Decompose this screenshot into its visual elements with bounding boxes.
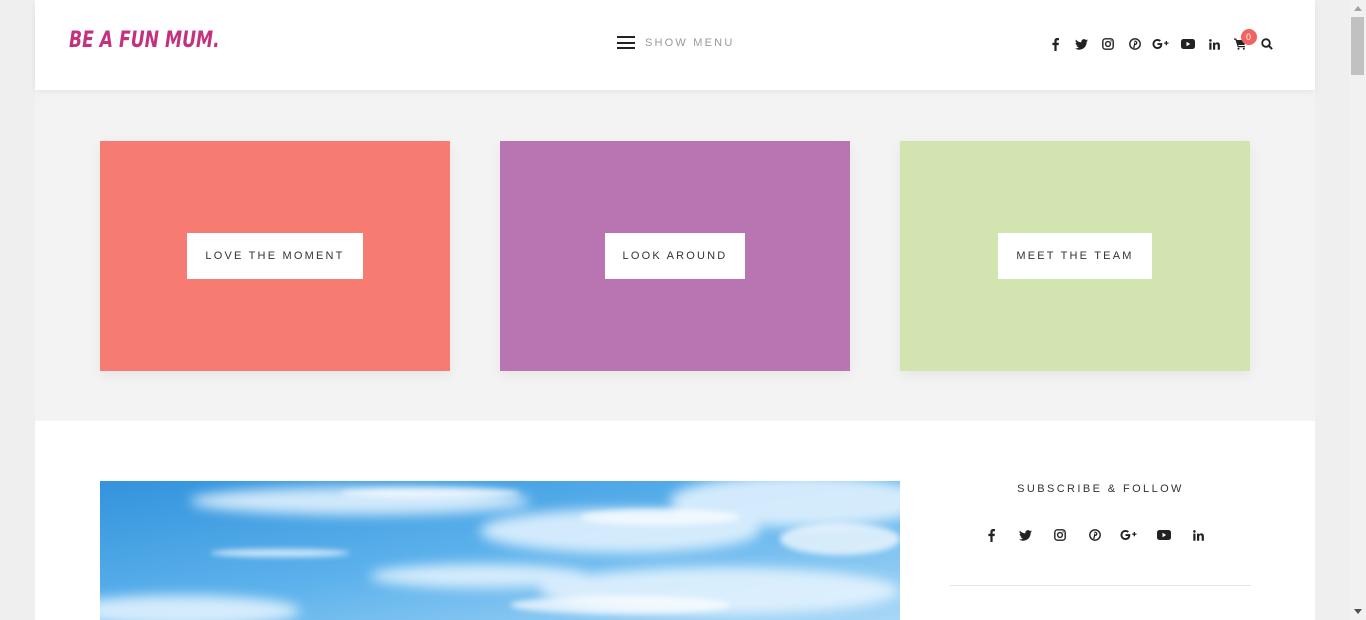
- featured-sky-image[interactable]: [100, 481, 900, 620]
- site-header: BE A FUN MUM. SHOW MENU 0: [35, 0, 1315, 90]
- scroll-up-arrow-icon[interactable]: [1349, 0, 1366, 17]
- instagram-icon[interactable]: [1050, 526, 1070, 544]
- tile-meet-the-team[interactable]: MEET THE TEAM: [900, 141, 1250, 371]
- linkedin-icon[interactable]: [1188, 526, 1208, 544]
- sidebar-divider: [950, 585, 1251, 586]
- scroll-down-arrow-icon[interactable]: [1349, 603, 1366, 620]
- hamburger-icon: [617, 36, 635, 49]
- page-scrollbar[interactable]: [1349, 0, 1366, 620]
- cart-count-badge: 0: [1240, 29, 1257, 45]
- site-logo[interactable]: BE A FUN MUM.: [69, 28, 220, 53]
- page: BE A FUN MUM. SHOW MENU 0 LOVE THE MOMEN…: [35, 0, 1315, 620]
- sidebar-social-icons: [981, 526, 1223, 544]
- google-plus-icon[interactable]: [1119, 526, 1139, 544]
- facebook-icon[interactable]: [1045, 35, 1065, 53]
- google-plus-icon[interactable]: [1151, 35, 1171, 53]
- header-social-icons: 0: [1045, 29, 1284, 53]
- twitter-icon[interactable]: [1016, 526, 1036, 544]
- tile-look-around[interactable]: LOOK AROUND: [500, 141, 850, 371]
- youtube-icon[interactable]: [1154, 526, 1174, 544]
- pinterest-icon[interactable]: [1085, 526, 1105, 544]
- search-icon[interactable]: [1257, 35, 1277, 53]
- look-around-button[interactable]: LOOK AROUND: [604, 233, 746, 279]
- twitter-icon[interactable]: [1072, 35, 1092, 53]
- cart-icon[interactable]: 0: [1231, 29, 1257, 53]
- menu-label: SHOW MENU: [645, 36, 735, 49]
- meet-the-team-button[interactable]: MEET THE TEAM: [998, 233, 1152, 279]
- love-the-moment-button[interactable]: LOVE THE MOMENT: [187, 233, 363, 279]
- youtube-icon[interactable]: [1178, 35, 1198, 53]
- show-menu-button[interactable]: SHOW MENU: [617, 36, 734, 49]
- pinterest-icon[interactable]: [1125, 35, 1145, 53]
- facebook-icon[interactable]: [981, 526, 1001, 544]
- scrollbar-thumb[interactable]: [1351, 17, 1364, 75]
- linkedin-icon[interactable]: [1204, 35, 1224, 53]
- instagram-icon[interactable]: [1098, 35, 1118, 53]
- tile-love-the-moment[interactable]: LOVE THE MOMENT: [100, 141, 450, 371]
- subscribe-follow-heading: SUBSCRIBE & FOLLOW: [1017, 483, 1184, 495]
- main-content: SUBSCRIBE & FOLLOW: [35, 421, 1315, 620]
